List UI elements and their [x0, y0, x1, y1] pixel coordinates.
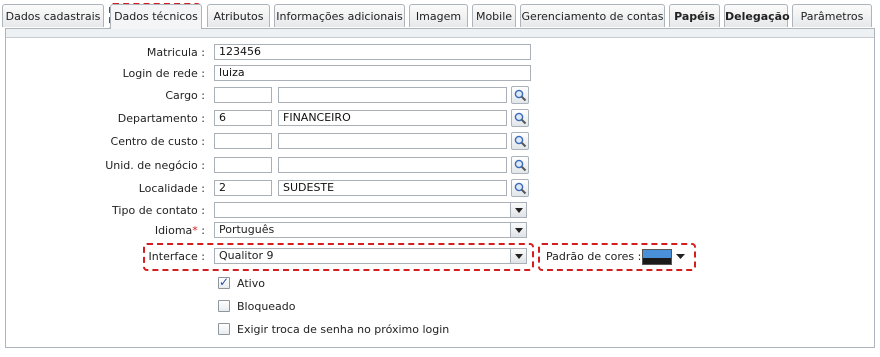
tab-delegacao[interactable]: Delegação [724, 4, 790, 27]
exigir-troca-senha-label: Exigir troca de senha no próximo login [237, 323, 450, 336]
login-input[interactable]: luiza [214, 65, 531, 81]
idioma-value: Português [219, 223, 275, 236]
interface-select[interactable]: Qualitor 9 [214, 248, 527, 264]
idioma-select[interactable]: Português [214, 222, 527, 238]
search-icon [514, 89, 527, 102]
row-centro-custo: Centro de custo : [0, 132, 860, 151]
interface-value: Qualitor 9 [219, 249, 274, 262]
cargo-search-button[interactable] [511, 86, 529, 104]
chevron-down-icon[interactable] [676, 254, 685, 260]
tab-parametros[interactable]: Parâmetros [792, 4, 872, 27]
tab-gerenciamento-de-contas[interactable]: Gerenciamento de contas [520, 4, 665, 27]
row-localidade: Localidade : 2 SUDESTE [0, 179, 860, 198]
cargo-code-input[interactable] [214, 87, 272, 103]
padrao-cores-label: Padrão de cores : [546, 250, 642, 263]
chevron-down-icon [510, 203, 526, 217]
tab-atributos[interactable]: Atributos [207, 4, 270, 27]
bloqueado-label: Bloqueado [237, 300, 296, 313]
unid-negocio-name-input[interactable] [278, 157, 507, 173]
unid-negocio-code-input[interactable] [214, 157, 272, 173]
localidade-code-input[interactable]: 2 [214, 180, 272, 196]
cargo-label: Cargo : [165, 89, 205, 102]
departamento-name-input[interactable]: FINANCEIRO [278, 110, 507, 126]
unid-negocio-search-button[interactable] [511, 156, 529, 174]
tipo-contato-select[interactable] [214, 202, 527, 218]
row-tipo-contato: Tipo de contato : [0, 202, 860, 220]
idioma-label-suffix: : [197, 224, 205, 237]
chevron-down-icon [510, 223, 526, 237]
row-interface: Interface : Qualitor 9 [0, 248, 860, 266]
localidade-label: Localidade : [138, 182, 205, 195]
idioma-label: Idioma* : [0, 222, 205, 240]
bloqueado-checkbox[interactable] [218, 300, 230, 312]
padrao-cores-select[interactable] [642, 249, 672, 265]
localidade-name-input[interactable]: SUDESTE [278, 180, 507, 196]
centro-custo-name-input[interactable] [278, 133, 507, 149]
search-icon [514, 182, 527, 195]
tab-informacoes-adicionais[interactable]: Informações adicionais [274, 4, 405, 27]
departamento-code-input[interactable]: 6 [214, 110, 272, 126]
row-matricula: Matricula : 123456 [0, 44, 860, 62]
ativo-checkbox[interactable] [218, 275, 230, 289]
tab-mobile[interactable]: Mobile [472, 4, 516, 27]
tab-dados-tecnicos[interactable]: Dados técnicos [110, 4, 202, 29]
centro-custo-search-button[interactable] [511, 132, 529, 150]
ativo-label: Ativo [237, 277, 265, 290]
row-unid-negocio: Unid. de negócio : [0, 156, 860, 175]
matricula-label: Matricula : [146, 46, 205, 59]
row-departamento: Departamento : 6 FINANCEIRO [0, 109, 860, 128]
row-login: Login de rede : luiza [0, 65, 860, 83]
unid-negocio-label: Unid. de negócio : [105, 159, 205, 172]
search-icon [514, 135, 527, 148]
tab-dados-cadastrais[interactable]: Dados cadastrais [2, 4, 104, 27]
tab-imagem[interactable]: Imagem [409, 4, 468, 27]
centro-custo-label: Centro de custo : [110, 135, 205, 148]
matricula-input[interactable]: 123456 [214, 44, 531, 60]
centro-custo-code-input[interactable] [214, 133, 272, 149]
interface-label: Interface : [148, 250, 205, 263]
color-swatch-top [643, 250, 671, 258]
row-cargo: Cargo : [0, 86, 860, 105]
row-idioma: Idioma* : Português [0, 222, 860, 240]
panel-header-strip [6, 29, 874, 38]
departamento-label: Departamento : [117, 112, 205, 125]
localidade-search-button[interactable] [511, 179, 529, 197]
search-icon [514, 112, 527, 125]
login-label: Login de rede : [122, 67, 205, 80]
exigir-troca-senha-checkbox[interactable] [218, 323, 230, 335]
idioma-label-text: Idioma [154, 224, 193, 237]
tab-papeis[interactable]: Papéis [669, 4, 720, 27]
cargo-name-input[interactable] [278, 87, 507, 103]
departamento-search-button[interactable] [511, 109, 529, 127]
search-icon [514, 159, 527, 172]
tipo-contato-label: Tipo de contato : [112, 204, 205, 217]
chevron-down-icon [510, 249, 526, 263]
color-swatch-bottom [643, 258, 671, 264]
